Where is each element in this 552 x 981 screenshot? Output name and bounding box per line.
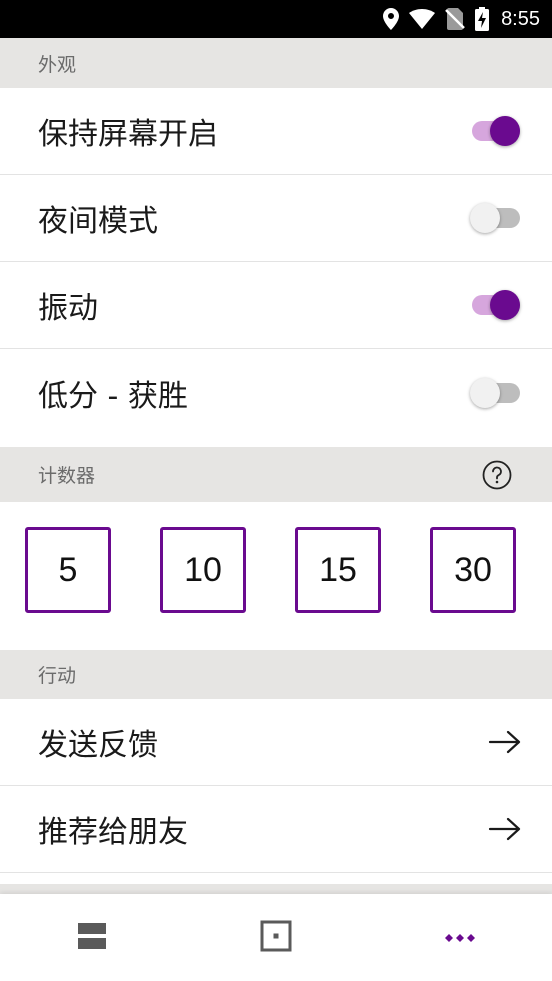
- section-title-counter: 计数器: [38, 465, 96, 487]
- setting-label-keep-screen-on: 保持屏幕开启: [38, 117, 218, 152]
- toggle-thumb: [490, 290, 520, 320]
- help-icon[interactable]: [482, 460, 512, 490]
- wifi-icon: [409, 9, 436, 29]
- status-bar: 8:55: [0, 0, 552, 38]
- status-time: 8:55: [501, 7, 540, 30]
- action-label-recommend: 推荐给朋友: [38, 815, 188, 850]
- location-icon: [383, 8, 400, 30]
- section-header-appearance: 外观: [0, 38, 552, 88]
- toggle-thumb: [470, 203, 500, 233]
- setting-label-night-mode: 夜间模式: [38, 204, 158, 239]
- action-row-recommend[interactable]: 推荐给朋友: [0, 786, 552, 873]
- toggle-thumb: [470, 377, 500, 408]
- nav-item-list[interactable]: [0, 894, 184, 981]
- arrow-right-icon: [488, 730, 522, 754]
- counter-option-10[interactable]: 10: [160, 527, 246, 613]
- setting-row-night-mode[interactable]: 夜间模式: [0, 175, 552, 262]
- section-title-actions: 行动: [38, 665, 77, 687]
- bottom-divider-strip: [0, 884, 552, 894]
- counter-option-15[interactable]: 15: [295, 527, 381, 613]
- setting-row-vibration[interactable]: 振动: [0, 262, 552, 349]
- action-label-send-feedback: 发送反馈: [38, 728, 158, 763]
- more-icon: [444, 928, 476, 947]
- section-header-counter: 计数器: [0, 447, 552, 502]
- toggle-low-score-wins[interactable]: [470, 376, 522, 410]
- nav-item-board[interactable]: [184, 894, 368, 981]
- setting-label-low-score-wins: 低分 - 获胜: [38, 378, 188, 414]
- counter-options: 5 10 15 30: [0, 502, 552, 650]
- setting-row-keep-screen-on[interactable]: 保持屏幕开启: [0, 88, 552, 175]
- counter-option-5[interactable]: 5: [25, 527, 111, 613]
- board-icon: [260, 920, 292, 956]
- toggle-keep-screen-on[interactable]: [470, 114, 522, 148]
- bottom-nav: [0, 894, 552, 981]
- arrow-right-icon: [488, 817, 522, 841]
- toggle-thumb: [490, 116, 520, 146]
- battery-charging-icon: [475, 7, 490, 31]
- toggle-vibration[interactable]: [470, 288, 522, 322]
- no-sim-icon: [445, 8, 465, 30]
- section-title-appearance: 外观: [38, 53, 77, 76]
- setting-row-low-score-wins[interactable]: 低分 - 获胜: [0, 349, 552, 436]
- section-header-actions: 行动: [0, 650, 552, 699]
- action-row-send-feedback[interactable]: 发送反馈: [0, 699, 552, 786]
- setting-label-vibration: 振动: [38, 291, 98, 326]
- nav-item-more[interactable]: [368, 894, 552, 981]
- counter-option-30[interactable]: 30: [430, 527, 516, 613]
- list-icon: [77, 921, 107, 955]
- toggle-night-mode[interactable]: [470, 201, 522, 235]
